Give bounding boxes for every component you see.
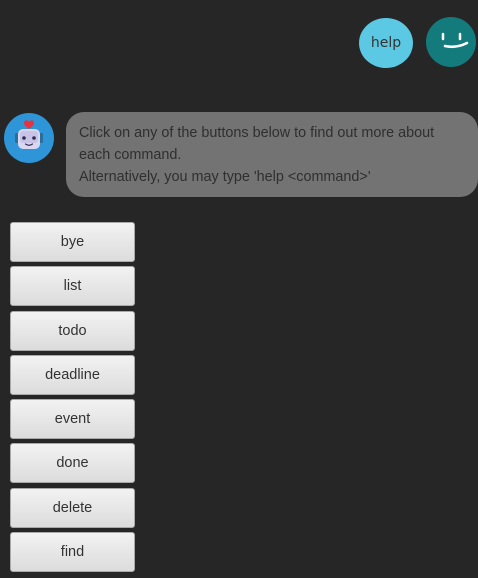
command-button-list: bye list todo deadline event done delete… xyxy=(10,222,135,576)
bot-message-line: Alternatively, you may type 'help <comma… xyxy=(79,169,371,185)
smiley-face-icon xyxy=(441,32,469,49)
robot-icon xyxy=(15,120,43,149)
command-button-todo[interactable]: todo xyxy=(10,310,135,351)
command-button-event[interactable]: event xyxy=(10,399,135,440)
command-button-done[interactable]: done xyxy=(10,443,135,484)
command-button-find[interactable]: find xyxy=(10,532,135,573)
user-message-bubble: help xyxy=(359,18,413,68)
command-button-bye[interactable]: bye xyxy=(10,222,135,262)
bot-message-line: each command. xyxy=(79,147,182,163)
command-button-list[interactable]: list xyxy=(10,266,135,307)
bot-message-line: Click on any of the buttons below to fin… xyxy=(79,125,435,141)
bot-avatar xyxy=(4,113,54,163)
command-button-deadline[interactable]: deadline xyxy=(10,354,135,395)
user-avatar xyxy=(426,17,476,67)
bot-message-bubble: Click on any of the buttons below to fin… xyxy=(66,112,478,197)
command-button-delete[interactable]: delete xyxy=(10,487,135,528)
user-message-text: help xyxy=(370,35,402,51)
